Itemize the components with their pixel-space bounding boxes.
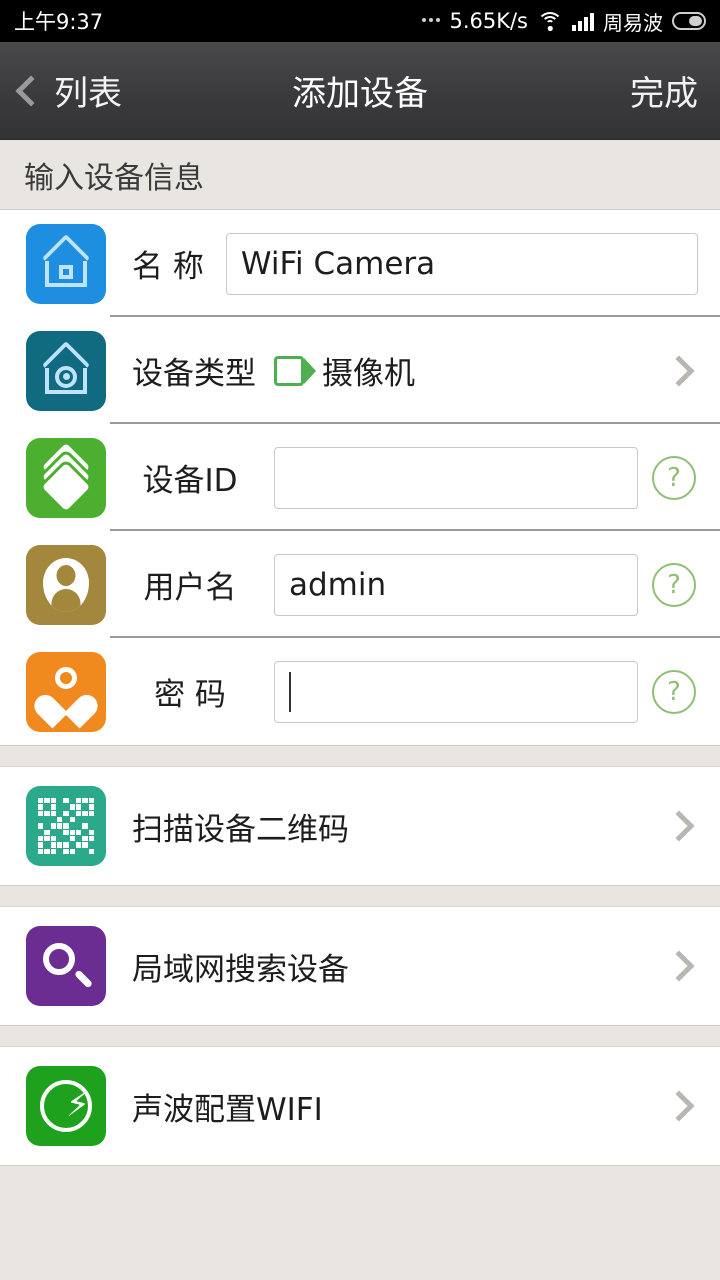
more-dots-icon (422, 17, 441, 25)
user-icon (26, 544, 106, 625)
carrier-label: 周易波 (603, 10, 663, 35)
heart-lock-icon (26, 651, 106, 732)
chevron-left-icon (15, 74, 47, 107)
chevron-right-icon[interactable] (663, 354, 695, 387)
magnifier-icon (26, 926, 106, 1006)
row-password[interactable]: 密 码 ? (0, 638, 720, 745)
row-device-id[interactable]: 设备ID ? (0, 424, 720, 531)
row-username-label: 用户名 (143, 570, 237, 606)
device-type-value-group: 摄像机 (274, 348, 415, 393)
action-scan-qr[interactable]: 扫描设备二维码 (0, 767, 720, 885)
done-button[interactable]: 完成 (630, 66, 720, 115)
section-gap (0, 745, 720, 767)
name-input[interactable]: WiFi Camera (225, 232, 698, 295)
action-soundwave-wifi[interactable]: ⚡ 声波配置WIFI (0, 1047, 720, 1165)
device-id-input[interactable] (274, 446, 638, 509)
row-name[interactable]: 名 称 WiFi Camera (0, 210, 720, 317)
name-input-value: WiFi Camera (240, 245, 436, 282)
app-screen: 上午9:37 5.65K/s 周易波 列表 添加设备 完成 输入设备信息 名 称… (0, 0, 720, 1280)
row-device-type[interactable]: 设备类型 摄像机 (0, 317, 720, 424)
network-speed: 5.65K/s (449, 9, 528, 33)
text-cursor (289, 671, 291, 712)
layers-icon (26, 437, 106, 518)
row-password-label: 密 码 (154, 677, 226, 713)
content-area: 输入设备信息 名 称 WiFi Camera 设备类型 摄像机 设备ID ? 用… (0, 140, 720, 1280)
action-scan-qr-label: 扫描设备二维码 (132, 811, 349, 848)
password-help-icon[interactable]: ? (652, 669, 696, 714)
status-right-group: 5.65K/s 周易波 (422, 7, 706, 36)
battery-icon (672, 12, 706, 30)
back-button[interactable]: 列表 (0, 66, 122, 115)
status-time: 上午9:37 (14, 10, 104, 34)
back-button-label: 列表 (54, 74, 122, 114)
chevron-right-icon[interactable] (663, 950, 695, 982)
row-username[interactable]: 用户名 admin ? (0, 531, 720, 638)
home-icon (26, 223, 106, 304)
lightning-icon: ⚡ (26, 1066, 106, 1146)
status-bar: 上午9:37 5.65K/s 周易波 (0, 0, 720, 42)
nav-bar: 列表 添加设备 完成 (0, 42, 720, 140)
row-device-type-label: 设备类型 (132, 356, 256, 392)
action-soundwave-wifi-label: 声波配置WIFI (132, 1091, 323, 1128)
home-camera-icon (26, 330, 106, 411)
qr-code-icon (26, 786, 106, 866)
section-header: 输入设备信息 (0, 140, 720, 210)
password-input[interactable] (274, 660, 638, 723)
row-device-id-label: 设备ID (142, 463, 238, 499)
device-type-value: 摄像机 (322, 356, 415, 392)
row-name-label: 名 称 (132, 249, 204, 285)
empty-area (0, 1165, 720, 1166)
section-gap (0, 1025, 720, 1047)
username-input[interactable]: admin (274, 553, 638, 616)
section-gap (0, 885, 720, 907)
wifi-icon (537, 11, 563, 31)
chevron-right-icon[interactable] (663, 810, 695, 842)
action-lan-search-label: 局域网搜索设备 (132, 951, 349, 988)
chevron-right-icon[interactable] (663, 1090, 695, 1122)
device-info-card: 名 称 WiFi Camera 设备类型 摄像机 设备ID ? 用户名 admi… (0, 210, 720, 745)
action-lan-search[interactable]: 局域网搜索设备 (0, 907, 720, 1025)
device-id-help-icon[interactable]: ? (652, 455, 696, 500)
username-input-value: admin (289, 566, 387, 603)
signal-bars-icon (572, 12, 594, 31)
video-camera-icon (274, 355, 316, 386)
username-help-icon[interactable]: ? (652, 562, 696, 607)
